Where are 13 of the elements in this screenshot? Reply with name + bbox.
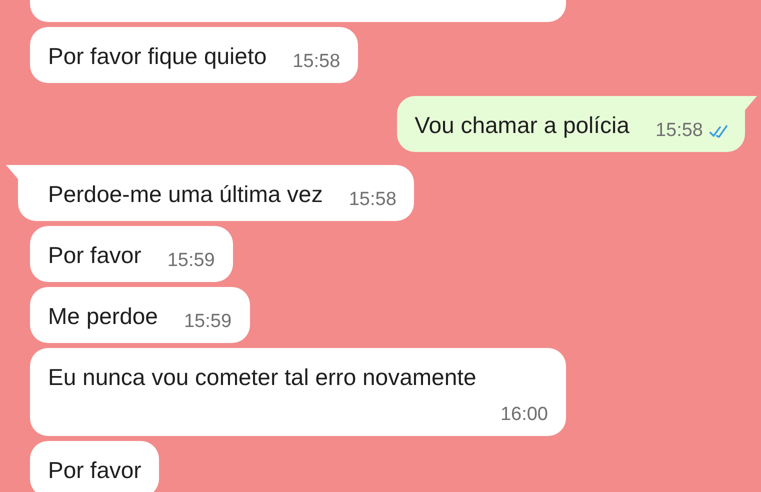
message-time: 15:59 [167,249,215,273]
message-time: 16:00 [500,403,548,427]
message-text: Vou chamar a polícia [414,111,630,140]
message-time: 15:58 [348,188,396,212]
message-text: Eu nunca vou cometer tal erro novamente [48,363,476,392]
message-time: 15:58 [655,119,703,143]
message-time: 15:58 [292,50,340,74]
message-text: Perdoe-me uma última vez [48,180,323,209]
message-time: 15:59 [184,310,232,334]
message-text: Me perdoe [48,302,158,331]
message-text: Por favor [48,456,142,485]
message-text: Por favor [48,241,142,270]
message-text: Por favor fique quieto [48,42,267,71]
